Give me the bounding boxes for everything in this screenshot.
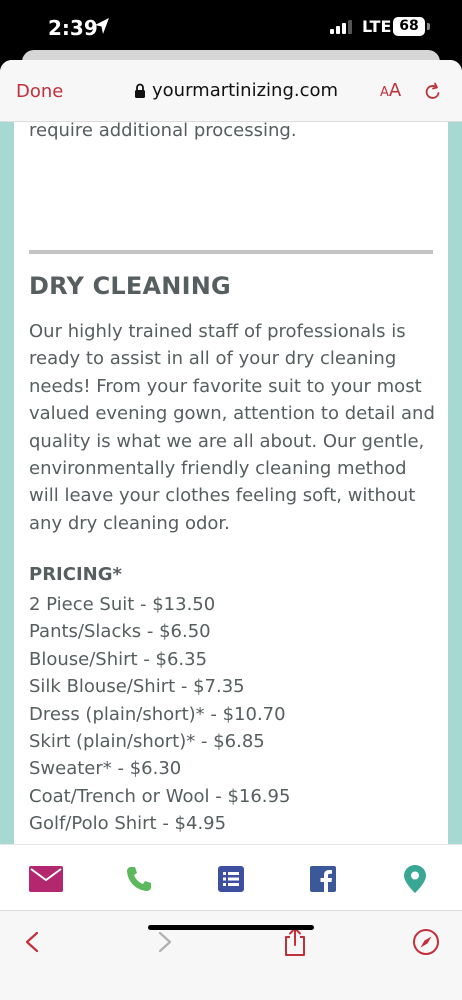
url-bar: Done yourmartinizing.com AA [0, 60, 462, 122]
list-icon[interactable] [214, 865, 248, 893]
facebook-icon[interactable] [306, 865, 340, 893]
battery-tip [427, 23, 430, 30]
price-item: Blouse/Shirt - $6.35 [29, 648, 208, 670]
status-bar: 2:39 LTE 68 [0, 0, 462, 52]
home-indicator [148, 925, 314, 930]
price-list: 2 Piece Suit - $13.50 Pants/Slacks - $6.… [29, 591, 290, 838]
price-item: Silk Blouse/Shirt - $7.35 [29, 676, 245, 698]
browser-sheet: Done yourmartinizing.com AA require addi… [0, 60, 462, 1000]
previous-section-text: require additional processing. [29, 120, 297, 141]
map-pin-icon[interactable] [398, 865, 432, 893]
phone-icon[interactable] [122, 865, 156, 893]
price-item: Sweater* - $6.30 [29, 758, 182, 780]
site-contact-bar [0, 844, 462, 910]
back-icon[interactable] [17, 927, 47, 957]
aa-small-label: A [380, 85, 389, 100]
reload-icon[interactable] [423, 82, 443, 102]
lock-icon [135, 83, 145, 98]
signal-strength-icon [330, 20, 352, 34]
price-item: Pants/Slacks - $6.50 [29, 621, 211, 643]
price-item: Golf/Polo Shirt - $4.95 [29, 813, 227, 835]
network-type: LTE [362, 17, 392, 36]
done-button[interactable]: Done [16, 81, 63, 102]
price-item: Coat/Trench or Wool - $16.95 [29, 785, 291, 807]
battery-icon: 68 [393, 17, 425, 36]
aa-large-label: A [388, 80, 402, 101]
location-arrow-icon [95, 18, 109, 34]
browser-toolbar [0, 910, 462, 1000]
price-item: Dress (plain/short)* - $10.70 [29, 703, 286, 725]
url-text: yourmartinizing.com [152, 80, 339, 101]
section-body: Our highly trained staff of professional… [29, 321, 435, 534]
content-card: require additional processing. DRY CLEAN… [14, 120, 448, 844]
share-icon[interactable] [280, 927, 310, 957]
page-content: require additional processing. DRY CLEAN… [0, 120, 462, 844]
status-time: 2:39 [48, 16, 98, 40]
mail-icon[interactable] [29, 865, 63, 893]
price-item: Skirt (plain/short)* - $6.85 [29, 730, 265, 752]
section-divider [29, 250, 433, 254]
section-title: DRY CLEANING [29, 272, 231, 300]
price-item: 2 Piece Suit - $13.50 [29, 594, 216, 615]
text-size-button[interactable]: AA [380, 80, 401, 101]
compass-icon[interactable] [411, 927, 441, 957]
forward-icon[interactable] [150, 927, 180, 957]
address-field[interactable]: yourmartinizing.com [134, 80, 338, 101]
pricing-title: PRICING* [29, 564, 122, 585]
